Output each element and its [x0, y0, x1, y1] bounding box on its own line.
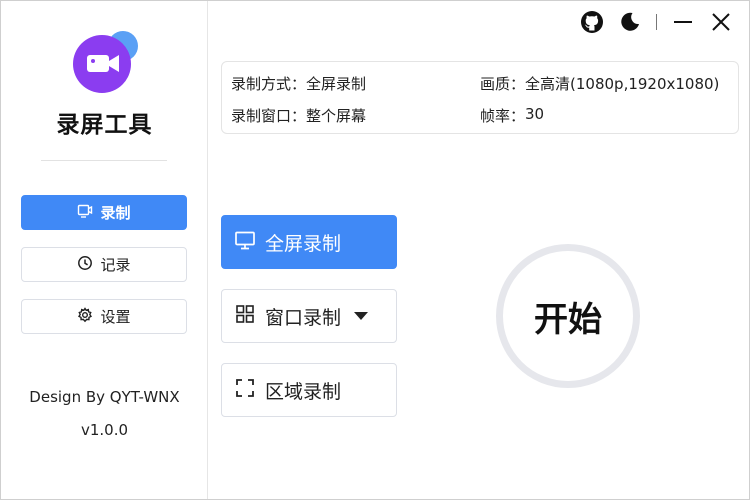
fullscreen-record-button[interactable]: 全屏录制 — [221, 215, 397, 269]
info-mode-label: 录制方式： — [231, 75, 307, 93]
sidebar: 录屏工具 录制 记录 设置 Design By QYT-WNX v1.0.0 — [1, 1, 208, 499]
sidebar-item-label: 记录 — [100, 256, 131, 274]
app-title: 录屏工具 — [56, 112, 153, 138]
info-quality-value: 全高清(1080p,1920x1080) — [525, 75, 720, 93]
region-record-button[interactable]: 区域录制 — [221, 363, 397, 417]
app-logo-icon — [67, 31, 143, 93]
credit-text: Design By QYT-WNX — [29, 388, 180, 406]
clock-icon — [77, 255, 93, 275]
start-button[interactable]: 开始 — [496, 244, 640, 388]
sidebar-item-settings[interactable]: 设置 — [21, 299, 187, 334]
info-mode-value: 全屏录制 — [306, 75, 367, 93]
gear-icon — [77, 306, 93, 327]
sidebar-divider — [41, 160, 167, 161]
github-icon[interactable] — [580, 10, 604, 34]
sidebar-item-history[interactable]: 记录 — [21, 247, 187, 282]
window-record-button[interactable]: 窗口录制 — [221, 289, 397, 343]
titlebar-controls — [580, 9, 733, 35]
info-window-value: 整个屏幕 — [306, 107, 367, 125]
windows-grid-icon — [234, 303, 256, 330]
titlebar-separator — [656, 14, 657, 30]
window-record-label: 窗口录制 — [265, 306, 342, 329]
fullscreen-record-label: 全屏录制 — [265, 232, 342, 255]
record-screen-icon — [77, 203, 93, 223]
info-mode: 录制方式： 全屏录制 — [231, 73, 366, 94]
minimize-icon[interactable] — [671, 10, 695, 34]
recording-info-panel: 录制方式： 全屏录制 画质： 全高清(1080p,1920x1080) 录制窗口… — [221, 61, 739, 134]
region-record-label: 区域录制 — [265, 380, 342, 403]
app-window: 录屏工具 录制 记录 设置 Design By QYT-WNX v1.0.0 录… — [0, 0, 750, 500]
info-quality: 画质： 全高清(1080p,1920x1080) — [480, 73, 719, 94]
info-window-label: 录制窗口： — [231, 107, 307, 125]
info-fps: 帧率： 30 — [480, 105, 544, 126]
moon-icon[interactable] — [618, 10, 642, 34]
info-quality-label: 画质： — [480, 75, 526, 93]
sidebar-item-record[interactable]: 录制 — [21, 195, 187, 230]
region-select-icon — [234, 377, 256, 404]
info-fps-label: 帧率： — [480, 107, 526, 125]
close-icon[interactable] — [709, 10, 733, 34]
caret-down-icon — [354, 312, 369, 320]
version-text: v1.0.0 — [80, 421, 129, 439]
sidebar-item-label: 设置 — [100, 308, 131, 326]
monitor-icon — [234, 229, 256, 256]
info-window: 录制窗口： 整个屏幕 — [231, 105, 366, 126]
info-fps-value: 30 — [525, 105, 545, 123]
start-button-label: 开始 — [534, 299, 602, 340]
sidebar-item-label: 录制 — [100, 204, 131, 222]
